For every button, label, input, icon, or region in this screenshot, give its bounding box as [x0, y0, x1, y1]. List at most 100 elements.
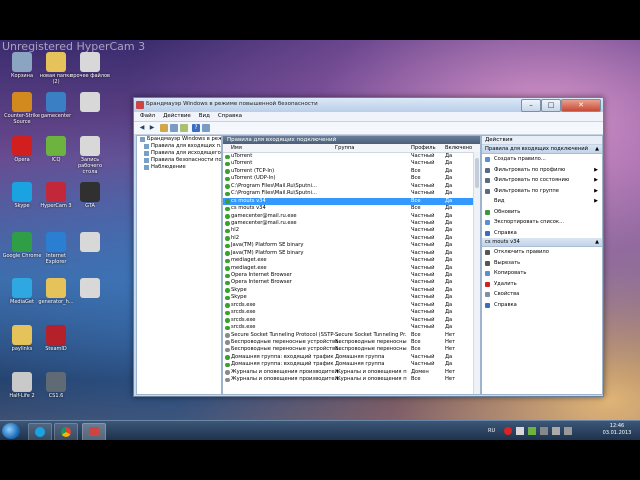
rule-row[interactable]: Java(TM) Platform SE binary Частный Да	[223, 250, 480, 257]
desktop-shortcut[interactable]: CS1.6	[36, 372, 76, 399]
action-item[interactable]: Обновить	[482, 207, 602, 218]
rule-enabled: Нет	[445, 376, 456, 383]
rule-row[interactable]: Журналы и оповещения производител... Журн…	[223, 376, 480, 383]
action-item[interactable]: Отключить правило	[482, 247, 602, 258]
rule-row[interactable]: uTorrent (TCP-In) Все Да	[223, 168, 480, 175]
rule-row[interactable]: uTorrent (UDP-In) Все Да	[223, 175, 480, 182]
rule-row[interactable]: cs mouts v34 Все Да	[223, 205, 480, 212]
rule-row[interactable]: srcds.exe Частный Да	[223, 324, 480, 331]
rule-row[interactable]: srcds.exe Частный Да	[223, 309, 480, 316]
tray-app-icon[interactable]	[516, 427, 524, 435]
rule-row[interactable]: gamecenter@mail.ru.exe Частный Да	[223, 213, 480, 220]
actions-section-inbound[interactable]: Правила для входящих подключений ▲	[482, 145, 602, 154]
actions-section-rule[interactable]: cs mouts v34 ▲	[482, 238, 602, 247]
rule-row[interactable]: gamecenter@mail.ru.exe Частный Да	[223, 220, 480, 227]
export-list-icon[interactable]	[180, 124, 188, 132]
scrollbar-thumb[interactable]	[475, 158, 479, 188]
column-enabled[interactable]: Включено	[445, 144, 472, 152]
desktop-shortcut-label: Запись рабочего стола	[77, 157, 103, 175]
start-button[interactable]	[2, 423, 20, 439]
rule-row[interactable]: Java(TM) Platform SE binary Частный Да	[223, 242, 480, 249]
clock[interactable]: 12:46 03.01.2013	[602, 423, 632, 437]
menu-view[interactable]: Вид	[199, 112, 210, 121]
action-item[interactable]: Фильтровать по состоянию ▶	[482, 175, 602, 186]
rule-row[interactable]: C:\Program Files\Mail.Ru\Sputni... Частны…	[223, 190, 480, 197]
rule-row[interactable]: hl2 Частный Да	[223, 235, 480, 242]
action-item[interactable]: Фильтровать по группе ▶	[482, 186, 602, 197]
action-item[interactable]: Справка	[482, 300, 602, 311]
rule-row[interactable]: mediaget.exe Частный Да	[223, 265, 480, 272]
desktop-shortcut[interactable]	[70, 278, 110, 299]
rule-row[interactable]: uTorrent Частный Да	[223, 160, 480, 167]
rule-row[interactable]: mediaget.exe Частный Да	[223, 257, 480, 264]
network-icon[interactable]	[540, 427, 548, 435]
rule-row[interactable]: srcds.exe Частный Да	[223, 302, 480, 309]
tree-node[interactable]: Правила для исходящего п...	[137, 150, 221, 157]
vertical-scrollbar[interactable]	[473, 152, 480, 394]
desktop-shortcut[interactable]: GTA	[70, 182, 110, 209]
rule-row[interactable]: hl2 Частный Да	[223, 227, 480, 234]
volume-icon[interactable]	[552, 427, 560, 435]
rule-row[interactable]: uTorrent Частный Да	[223, 153, 480, 160]
show-hide-tree-icon[interactable]	[170, 124, 178, 132]
rule-row[interactable]: Skype Частный Да	[223, 287, 480, 294]
tree-node[interactable]: Правила для входящих п...	[137, 143, 221, 150]
back-arrow-icon[interactable]: ◀	[138, 124, 146, 132]
rule-row[interactable]: Secure Socket Tunneling Protocol (SSTP-.…	[223, 332, 480, 339]
show-action-pane-icon[interactable]	[202, 124, 210, 132]
action-center-icon[interactable]	[564, 427, 572, 435]
up-folder-icon[interactable]	[160, 124, 168, 132]
menu-file[interactable]: Файл	[140, 112, 155, 121]
rule-row[interactable]: Домашняя группа: входящий трафик Домашняя…	[223, 361, 480, 368]
taskbar-skype-icon[interactable]	[28, 423, 52, 441]
tree-node[interactable]: Наблюдение	[137, 164, 221, 171]
rule-row[interactable]: Skype Частный Да	[223, 294, 480, 301]
recording-icon[interactable]	[504, 427, 512, 435]
menu-help[interactable]: Справка	[218, 112, 242, 121]
help-icon[interactable]: ?	[192, 124, 200, 132]
rule-row[interactable]: srcds.exe Частный Да	[223, 317, 480, 324]
column-name[interactable]: Имя	[231, 144, 242, 152]
forward-arrow-icon[interactable]: ▶	[148, 124, 156, 132]
language-indicator[interactable]: RU	[488, 428, 495, 434]
rule-row[interactable]: C:\Program Files\Mail.Ru\Sputni... Частны…	[223, 183, 480, 190]
menu-action[interactable]: Действие	[163, 112, 191, 121]
tree-node[interactable]: Брандмауэр Windows в режим...	[137, 136, 221, 143]
rule-row[interactable]: Домашняя группа: входящий трафик Домашняя…	[223, 354, 480, 361]
rule-row[interactable]: cs mouts v34 Все Да	[223, 197, 480, 206]
rule-row[interactable]: Opera Internet Browser Частный Да	[223, 272, 480, 279]
action-item[interactable]: Копировать	[482, 268, 602, 279]
rule-row[interactable]: Беспроводные переносные устройства... Бес…	[223, 346, 480, 353]
action-item[interactable]: Удалить	[482, 279, 602, 290]
desktop-shortcut-label: CS1.6	[48, 393, 64, 399]
taskbar-firewall-icon[interactable]	[82, 423, 106, 441]
action-item[interactable]: Вид ▶	[482, 196, 602, 207]
action-item-icon	[485, 220, 490, 225]
icq-tray-icon[interactable]	[528, 427, 536, 435]
action-item[interactable]: Справка	[482, 228, 602, 239]
rule-row[interactable]: Opera Internet Browser Частный Да	[223, 279, 480, 286]
taskbar-chrome-icon[interactable]	[54, 423, 78, 441]
desktop-shortcut[interactable]	[70, 92, 110, 113]
title-bar[interactable]: Брандмауэр Windows в режиме повышенной б…	[134, 98, 603, 112]
action-item[interactable]: Экспортировать список...	[482, 217, 602, 228]
desktop-shortcut[interactable]	[70, 232, 110, 253]
desktop-shortcut[interactable]: прочее файлов	[70, 52, 110, 79]
maximize-button[interactable]: □	[541, 99, 561, 112]
action-item[interactable]: Создать правило...	[482, 154, 602, 165]
column-group[interactable]: Группа	[335, 144, 355, 152]
action-item[interactable]: Фильтровать по профилю ▶	[482, 165, 602, 176]
rule-row[interactable]: Беспроводные переносные устройства... Бес…	[223, 339, 480, 346]
desktop-shortcut[interactable]: Запись рабочего стола	[70, 136, 110, 175]
action-item[interactable]: Свойства	[482, 289, 602, 300]
tree-node[interactable]: Правила безопасности по...	[137, 157, 221, 164]
minimize-button[interactable]: –	[521, 99, 541, 112]
rule-profile: Все	[411, 338, 421, 345]
column-profile[interactable]: Профиль	[411, 144, 436, 152]
action-item-label: Создать правило...	[494, 156, 546, 162]
tree-node-icon	[144, 165, 149, 170]
rule-row[interactable]: Журналы и оповещения производител... Журн…	[223, 369, 480, 376]
desktop-shortcut[interactable]: SteamID	[36, 325, 76, 352]
close-button[interactable]: ✕	[561, 99, 601, 112]
action-item[interactable]: Вырезать	[482, 258, 602, 269]
